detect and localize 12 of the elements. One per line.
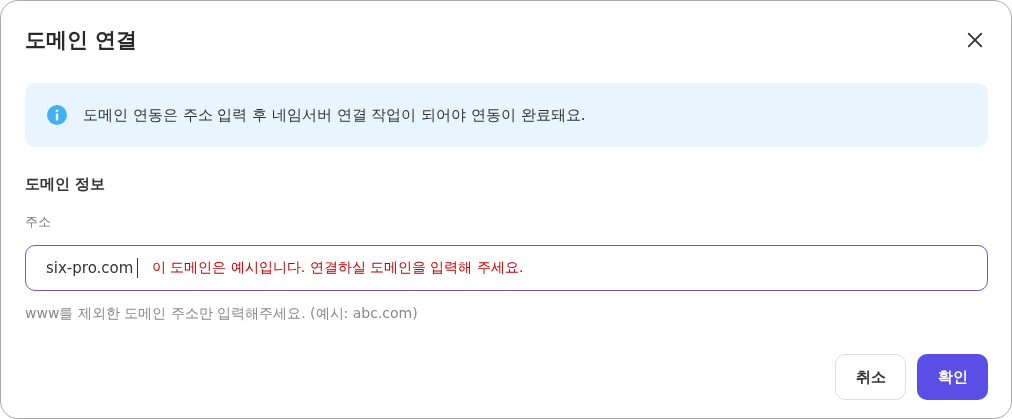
address-field[interactable]: six-pro.com 이 도메인은 예시입니다. 연결하실 도메인을 입력해 주세요. (25, 245, 988, 291)
info-message: 도메인 연동은 주소 입력 후 네임서버 연결 작업이 되어야 연동이 완료돼요. (83, 105, 586, 125)
address-input[interactable]: six-pro.com (46, 259, 137, 277)
confirm-button[interactable]: 확인 (917, 354, 988, 400)
helper-text: www를 제외한 도메인 주소만 입력해주세요. (예시: abc.com) (25, 305, 419, 323)
cancel-button[interactable]: 취소 (835, 354, 906, 400)
section-title: 도메인 정보 (25, 175, 107, 194)
close-icon[interactable] (966, 31, 984, 49)
error-message: 이 도메인은 예시입니다. 연결하실 도메인을 입력해 주세요. (151, 259, 524, 277)
dialog-title: 도메인 연결 (25, 27, 138, 54)
info-icon (47, 105, 67, 125)
field-label: 주소 (25, 213, 52, 231)
